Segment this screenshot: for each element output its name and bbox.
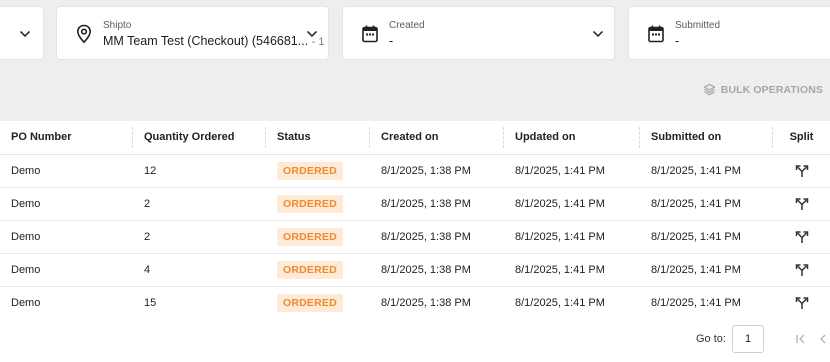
cell-split — [773, 253, 830, 287]
column-header-label: Created on — [381, 131, 439, 144]
created-value: - — [389, 34, 394, 48]
column-header-updated-on[interactable]: Updated on — [504, 121, 640, 155]
layers-icon — [703, 83, 715, 96]
previous-page-icon[interactable] — [818, 333, 828, 345]
column-header-status[interactable]: Status — [266, 121, 370, 155]
first-page-icon[interactable] — [795, 333, 807, 345]
table-header-row: PO Number Quantity Ordered Status Create… — [0, 121, 830, 155]
cell-split — [773, 187, 830, 221]
bulk-operations-label: BULK OPERATIONS — [720, 83, 823, 96]
shipto-value: MM Team Test (Checkout) (546681... - 1 — [103, 34, 325, 48]
column-header-created-on[interactable]: Created on — [370, 121, 504, 155]
cell-quantity: 12 — [133, 154, 266, 188]
submitted-label: Submitted — [675, 20, 721, 31]
cell-submitted-on: 8/1/2025, 1:41 PM — [640, 187, 773, 221]
status-badge: ORDERED — [277, 293, 343, 312]
created-label: Created — [389, 20, 425, 31]
cell-updated-on: 8/1/2025, 1:41 PM — [504, 187, 640, 221]
cell-submitted-on: 8/1/2025, 1:41 PM — [640, 286, 773, 320]
cell-po-number: Demo — [0, 220, 133, 254]
cell-submitted-on: 8/1/2025, 1:41 PM — [640, 220, 773, 254]
table-row[interactable]: Demo 12 ORDERED 8/1/2025, 1:38 PM 8/1/20… — [0, 154, 830, 188]
cell-po-number: Demo — [0, 286, 133, 320]
column-header-quantity-ordered[interactable]: Quantity Ordered — [133, 121, 266, 155]
cell-split — [773, 286, 830, 320]
orders-table: PO Number Quantity Ordered Status Create… — [0, 121, 830, 320]
goto-label: Go to: — [696, 333, 726, 345]
pagination-bar: Go to: — [0, 319, 830, 362]
cell-quantity: 4 — [133, 253, 266, 287]
column-header-label: Status — [277, 131, 311, 144]
submitted-value: - — [675, 34, 680, 48]
cell-updated-on: 8/1/2025, 1:41 PM — [504, 253, 640, 287]
bulk-operations-button[interactable]: BULK OPERATIONS — [703, 83, 823, 96]
cell-po-number: Demo — [0, 154, 133, 188]
split-icon[interactable] — [795, 230, 809, 244]
cell-split — [773, 220, 830, 254]
cell-updated-on: 8/1/2025, 1:41 PM — [504, 286, 640, 320]
column-header-submitted-on[interactable]: Submitted on — [640, 121, 773, 155]
cell-created-on: 8/1/2025, 1:38 PM — [370, 154, 504, 188]
status-badge: ORDERED — [277, 227, 343, 246]
split-icon[interactable] — [795, 263, 809, 277]
chevron-down-icon[interactable] — [306, 29, 318, 39]
split-icon[interactable] — [795, 164, 809, 178]
split-icon[interactable] — [795, 197, 809, 211]
split-icon[interactable] — [795, 296, 809, 310]
cell-split — [773, 154, 830, 188]
cell-quantity: 2 — [133, 220, 266, 254]
calendar-icon — [648, 25, 664, 43]
submitted-filter[interactable]: Submitted - — [628, 6, 830, 60]
cell-po-number: Demo — [0, 187, 133, 221]
cell-status: ORDERED — [266, 187, 370, 221]
column-header-label: Quantity Ordered — [144, 131, 235, 144]
shipto-label: Shipto — [103, 20, 132, 31]
cell-po-number: Demo — [0, 253, 133, 287]
shipto-filter[interactable]: Shipto MM Team Test (Checkout) (546681..… — [56, 6, 329, 60]
table-row[interactable]: Demo 2 ORDERED 8/1/2025, 1:38 PM 8/1/202… — [0, 187, 830, 221]
column-header-label: PO Number — [11, 131, 72, 144]
created-filter[interactable]: Created - — [342, 6, 615, 60]
status-badge: ORDERED — [277, 161, 343, 180]
cell-created-on: 8/1/2025, 1:38 PM — [370, 220, 504, 254]
cell-submitted-on: 8/1/2025, 1:41 PM — [640, 154, 773, 188]
cell-updated-on: 8/1/2025, 1:41 PM — [504, 154, 640, 188]
chevron-down-icon[interactable] — [592, 29, 604, 39]
map-pin-icon — [76, 24, 92, 44]
cell-quantity: 15 — [133, 286, 266, 320]
calendar-icon — [362, 25, 378, 43]
status-badge: ORDERED — [277, 194, 343, 213]
status-badge: ORDERED — [277, 260, 343, 279]
table-row[interactable]: Demo 2 ORDERED 8/1/2025, 1:38 PM 8/1/202… — [0, 220, 830, 254]
shipto-value-text: MM Team Test (Checkout) (546681... — [103, 34, 309, 48]
cell-created-on: 8/1/2025, 1:38 PM — [370, 286, 504, 320]
cell-created-on: 8/1/2025, 1:38 PM — [370, 187, 504, 221]
cell-status: ORDERED — [266, 154, 370, 188]
table-row[interactable]: Demo 4 ORDERED 8/1/2025, 1:38 PM 8/1/202… — [0, 253, 830, 287]
filter-card-collapsed[interactable] — [0, 6, 44, 60]
column-header-label: Split — [789, 131, 814, 144]
column-header-label: Submitted on — [651, 131, 722, 144]
table-row[interactable]: Demo 15 ORDERED 8/1/2025, 1:38 PM 8/1/20… — [0, 286, 830, 320]
cell-created-on: 8/1/2025, 1:38 PM — [370, 253, 504, 287]
column-header-label: Updated on — [515, 131, 576, 144]
cell-updated-on: 8/1/2025, 1:41 PM — [504, 220, 640, 254]
column-header-po-number[interactable]: PO Number — [0, 121, 133, 155]
cell-quantity: 2 — [133, 187, 266, 221]
cell-status: ORDERED — [266, 286, 370, 320]
cell-status: ORDERED — [266, 220, 370, 254]
chevron-down-icon[interactable] — [19, 29, 31, 39]
cell-submitted-on: 8/1/2025, 1:41 PM — [640, 253, 773, 287]
goto-page-input[interactable] — [732, 325, 764, 353]
cell-status: ORDERED — [266, 253, 370, 287]
column-header-split[interactable]: Split — [773, 121, 830, 155]
